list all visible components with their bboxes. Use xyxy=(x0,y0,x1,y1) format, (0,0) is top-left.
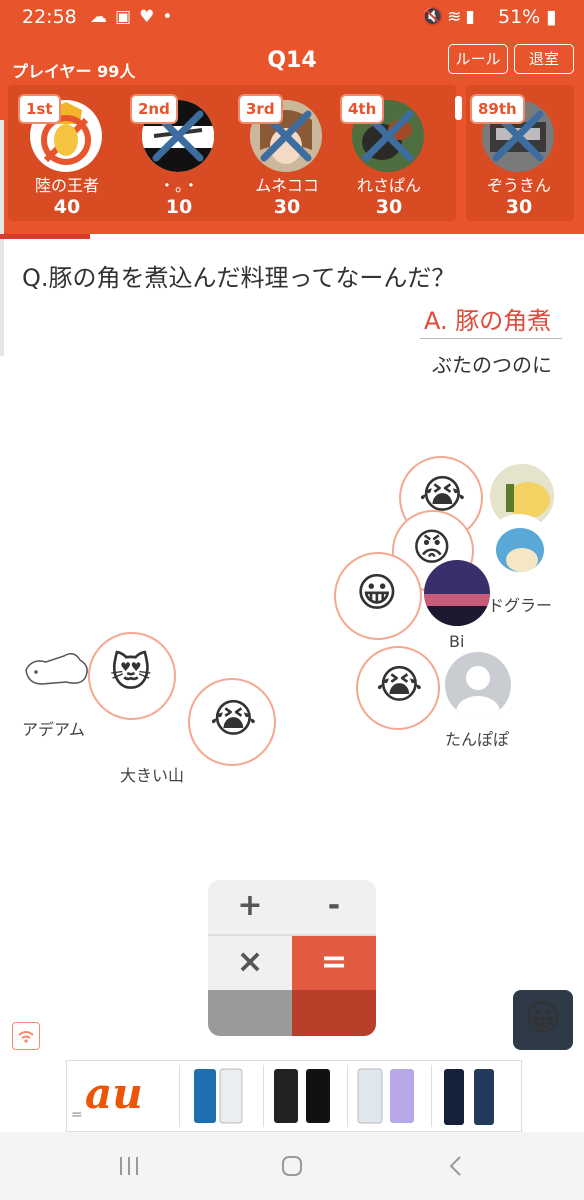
phone-image xyxy=(263,1065,344,1127)
home-icon[interactable] xyxy=(280,1154,304,1178)
heart-eyes-cat-emoji-icon: 😻 xyxy=(110,650,152,696)
times-key[interactable]: × xyxy=(208,936,294,990)
phone-image xyxy=(179,1065,260,1127)
time-progress-bar xyxy=(0,234,90,239)
system-icons: 🔇≋▮ xyxy=(422,7,479,27)
rank-score: 40 xyxy=(53,196,81,218)
notification-icons: ☁▣♥• xyxy=(90,7,180,27)
mute-icon: 🔇 xyxy=(422,7,448,27)
rank-badge: 89th xyxy=(470,94,525,124)
rank-score: 30 xyxy=(505,196,533,218)
user-name: Bi xyxy=(449,632,465,651)
rank-card-2: 2nd ・。・ 10 xyxy=(124,92,234,222)
question-number: Q14 xyxy=(267,48,317,73)
rank-card-1: 1st 陸の王者 40 xyxy=(12,92,122,222)
user-name: たんぽぽ xyxy=(445,730,510,749)
system-nav-bar xyxy=(0,1132,584,1200)
question-text: Q.豚の角を煮込んだ料理ってなーんだ？ xyxy=(22,264,456,292)
rank-badge: 2nd xyxy=(130,94,178,124)
calculator-widget: + - × = xyxy=(208,880,376,1036)
blue-creature-avatar-icon xyxy=(496,528,544,572)
reaction-bubble: 😻 xyxy=(88,632,176,720)
ad-banner[interactable]: au = xyxy=(66,1060,522,1132)
dot-icon: • xyxy=(162,7,181,27)
connection-status-button[interactable] xyxy=(12,1022,40,1050)
heart-icon: ♥ xyxy=(139,7,163,27)
my-rank-card: 89th ぞうきん 30 xyxy=(464,92,574,222)
user-name: アデアム xyxy=(22,720,85,739)
reaction-bubble: 😭 xyxy=(356,646,440,730)
wifi-icon xyxy=(18,1031,34,1043)
emoji-reaction-button[interactable]: 😀 xyxy=(513,990,573,1050)
times-key-label: × xyxy=(236,942,264,980)
phone-icon xyxy=(274,1069,330,1123)
phone-icon xyxy=(194,1068,243,1124)
signal-icon: ▮ xyxy=(465,7,479,27)
exit-button[interactable]: 退室 xyxy=(514,44,574,74)
rank-name: ぞうきん xyxy=(486,176,551,195)
answer-divider xyxy=(420,338,562,339)
battery-icon: ▮ xyxy=(540,6,557,28)
rank-badge: 3rd xyxy=(238,94,283,124)
player-count: プレイヤー 99人 xyxy=(12,62,136,81)
user-name: 大きい山 xyxy=(120,766,185,785)
avatar xyxy=(22,644,92,694)
minus-key[interactable]: - xyxy=(292,880,376,936)
phone-image xyxy=(431,1065,512,1127)
status-time: 22:58 xyxy=(22,6,77,28)
battery-text: 51% xyxy=(498,6,541,28)
answer-text: A. 豚の角煮 xyxy=(424,307,552,335)
phone-image xyxy=(347,1065,428,1127)
recent-apps-icon[interactable] xyxy=(118,1154,140,1178)
glove-hand-avatar-icon xyxy=(25,653,88,685)
crying-emoji-icon: 😭 xyxy=(210,696,257,742)
wifi-icon: ≋ xyxy=(447,7,466,27)
rank-name: ・。・ xyxy=(158,176,199,195)
crying-emoji-icon: 😭 xyxy=(376,662,423,708)
rank-score: 30 xyxy=(375,196,403,218)
rank-score: 30 xyxy=(273,196,301,218)
rank-badge: 4th xyxy=(340,94,385,124)
rules-button[interactable]: ルール xyxy=(448,44,508,74)
ad-brand-logo: au xyxy=(85,1069,143,1118)
cloud-icon: ☁ xyxy=(90,7,115,27)
back-icon[interactable] xyxy=(446,1154,466,1178)
grinning-emoji-icon: 😀 xyxy=(356,570,398,616)
avatar xyxy=(445,652,511,718)
plus-key[interactable]: + xyxy=(208,880,294,936)
equals-key-label: = xyxy=(320,942,348,980)
sunset-avatar-icon xyxy=(424,560,490,626)
grinning-emoji-icon: 😀 xyxy=(524,998,562,1039)
default-user-icon xyxy=(456,666,500,718)
rank-badge: 1st xyxy=(18,94,61,124)
avatar xyxy=(424,560,490,626)
next-rank-badge-peek xyxy=(455,96,462,120)
rank-score: 10 xyxy=(165,196,193,218)
rank-card-4: 4th れさぱん 30 xyxy=(334,92,444,222)
user-name: ドグラー xyxy=(488,596,553,615)
reaction-bubble: 😭 xyxy=(188,678,276,766)
avatar xyxy=(486,514,552,580)
phone-icon xyxy=(357,1068,414,1124)
rank-card-3: 3rd ムネココ 30 xyxy=(232,92,342,222)
reaction-bubble: 😀 xyxy=(334,552,422,640)
ad-menu-icon: = xyxy=(71,1107,83,1123)
rank-name: れさぱん xyxy=(356,176,421,195)
phone-icon xyxy=(444,1069,494,1125)
image-icon: ▣ xyxy=(115,7,140,27)
answer-reading: ぶたのつのに xyxy=(432,353,552,377)
rank-name: ムネココ xyxy=(255,176,319,195)
status-bar: 22:58 ☁▣♥• 🔇≋▮ 51% ▮ xyxy=(0,0,584,36)
minus-key-label: - xyxy=(327,888,341,923)
plus-key-label: + xyxy=(237,888,263,923)
battery-level: 51% ▮ xyxy=(498,6,557,28)
rank-name: 陸の王者 xyxy=(34,176,99,195)
equals-key[interactable]: = xyxy=(292,936,376,990)
